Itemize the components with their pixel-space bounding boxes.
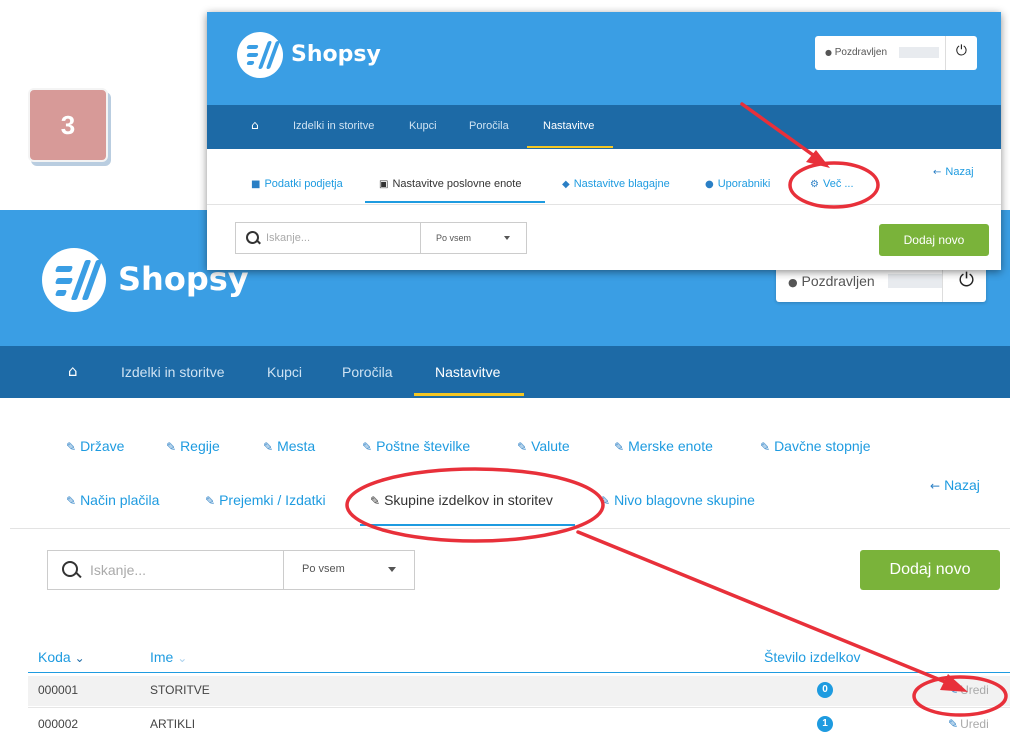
user-icon: ● [825, 48, 832, 57]
book-icon: ■ [251, 179, 261, 190]
search-icon [246, 231, 259, 244]
main-nav: ⌂ Izdelki in storitve Kupci Poročila Nas… [0, 346, 1010, 398]
active-tab-indicator [360, 524, 575, 526]
tab-cities[interactable]: ✎ Mesta [263, 438, 315, 454]
add-new-button[interactable]: Dodaj novo [860, 550, 1000, 590]
nav-item-reports[interactable]: Poročila [342, 364, 393, 380]
tab-product-groups[interactable]: ✎ Skupine izdelkov in storitev [370, 492, 553, 508]
nav-item-reports[interactable]: Poročila [469, 120, 509, 132]
row-code: 000002 [38, 717, 79, 731]
power-icon[interactable]: ⏻ [959, 269, 974, 291]
cart-icon: ▣ [379, 179, 389, 190]
step-number-badge: 3 [28, 88, 108, 162]
tab-more[interactable]: ⚙ Več ... [810, 178, 854, 190]
active-tab-indicator [365, 201, 545, 203]
greeting-text: ● Pozdravljen [788, 273, 875, 289]
pencil-icon: ✎ [362, 440, 373, 454]
search-bar: Po vsem [235, 222, 527, 254]
tab-regions[interactable]: ✎ Regije [166, 438, 220, 454]
column-header-count[interactable]: Število izdelkov [764, 649, 861, 665]
pencil-icon: ✎ [205, 494, 216, 508]
search-scope-select[interactable]: Po vsem [302, 563, 345, 575]
row-code: 000001 [38, 683, 79, 697]
pencil-icon: ✎ [760, 440, 771, 454]
pencil-icon: ✎ [66, 440, 77, 454]
edit-link[interactable]: ✎ Uredi [948, 717, 989, 731]
user-icon: ● [788, 276, 798, 289]
tab-business-unit-settings[interactable]: ▣ Nastavitve poslovne enote [379, 178, 521, 190]
tab-group-level[interactable]: ✎ Nivo blagovne skupine [600, 492, 755, 508]
column-header-code[interactable]: Koda ⌄ [38, 649, 85, 665]
tab-currencies[interactable]: ✎ Valute [517, 438, 570, 454]
nav-item-settings[interactable]: Nastavitve [435, 364, 500, 380]
row-name: STORITVE [150, 683, 210, 697]
greeting-text: ● Pozdravljen [825, 47, 888, 58]
pencil-icon: ✎ [370, 494, 381, 508]
chevron-down-icon: ⌄ [177, 651, 188, 665]
users-icon: ● [705, 179, 714, 190]
pencil-icon: ✎ [66, 494, 77, 508]
username-redacted [888, 274, 942, 288]
count-badge: 1 [817, 716, 833, 732]
inset-screenshot: Shopsy ● Pozdravljen ⏻ ⌂ Izdelki in stor… [207, 12, 1001, 270]
search-scope-select[interactable]: Po vsem [436, 233, 471, 243]
pencil-icon: ✎ [614, 440, 625, 454]
search-icon [62, 561, 78, 577]
column-header-name[interactable]: Ime ⌄ [150, 649, 187, 665]
tab-cash-register-settings[interactable]: ◆ Nastavitve blagajne [562, 178, 670, 190]
pencil-icon: ✎ [948, 683, 959, 697]
pencil-icon: ✎ [600, 494, 611, 508]
pencil-icon: ✎ [948, 717, 959, 731]
home-icon[interactable]: ⌂ [251, 118, 259, 132]
count-badge: 0 [817, 682, 833, 698]
logo-icon [42, 248, 106, 312]
add-new-button[interactable]: Dodaj novo [879, 224, 989, 256]
pencil-icon: ✎ [166, 440, 177, 454]
app-logo[interactable]: Shopsy [237, 32, 397, 82]
row-name: ARTIKLI [150, 717, 196, 731]
tab-payment-method[interactable]: ✎ Način plačila [66, 492, 159, 508]
caret-down-icon[interactable] [388, 567, 396, 572]
caret-down-icon[interactable] [504, 236, 510, 240]
tab-users[interactable]: ● Uporabniki [705, 178, 770, 190]
arrow-left-icon: ← [933, 167, 942, 178]
cogs-icon: ⚙ [810, 179, 819, 190]
nav-active-indicator [527, 146, 613, 148]
nav-item-settings[interactable]: Nastavitve [543, 120, 594, 132]
app-name: Shopsy [291, 42, 381, 67]
tab-receipts-expenses[interactable]: ✎ Prejemki / Izdatki [205, 492, 326, 508]
tab-countries[interactable]: ✎ Države [66, 438, 124, 454]
back-link[interactable]: ← Nazaj [930, 477, 980, 493]
tab-company-data[interactable]: ■ Podatki podjetja [251, 178, 343, 190]
nav-active-indicator [414, 393, 524, 396]
tag-icon: ◆ [562, 179, 570, 190]
chevron-down-icon: ⌄ [74, 651, 85, 665]
power-icon[interactable]: ⏻ [956, 43, 967, 59]
pencil-icon: ✎ [517, 440, 528, 454]
search-input[interactable] [264, 231, 408, 245]
home-icon[interactable]: ⌂ [68, 362, 78, 380]
tab-tax-rates[interactable]: ✎ Davčne stopnje [760, 438, 871, 454]
search-input[interactable] [88, 561, 272, 579]
username-redacted [899, 47, 939, 58]
tab-postal-codes[interactable]: ✎ Poštne številke [362, 438, 470, 454]
pencil-icon: ✎ [263, 440, 274, 454]
main-nav: ⌂ Izdelki in storitve Kupci Poročila Nas… [207, 105, 1001, 149]
tab-units[interactable]: ✎ Merske enote [614, 438, 713, 454]
back-link[interactable]: ← Nazaj [933, 166, 974, 178]
nav-item-products[interactable]: Izdelki in storitve [121, 364, 224, 380]
edit-link[interactable]: ✎ Uredi [948, 683, 989, 697]
user-greeting-box[interactable]: ● Pozdravljen ⏻ [815, 36, 977, 70]
search-bar: Po vsem [47, 550, 415, 590]
nav-item-customers[interactable]: Kupci [267, 364, 302, 380]
nav-item-products[interactable]: Izdelki in storitve [293, 120, 374, 132]
nav-item-customers[interactable]: Kupci [409, 120, 437, 132]
arrow-left-icon: ← [930, 479, 941, 493]
logo-icon [237, 32, 283, 78]
